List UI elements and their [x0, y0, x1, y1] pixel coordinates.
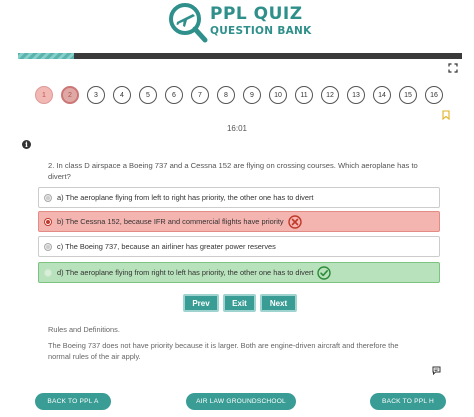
- bookmark-icon[interactable]: [442, 110, 450, 120]
- question-number-12[interactable]: 12: [321, 86, 339, 104]
- question-number-1[interactable]: 1: [35, 86, 53, 104]
- radio-button[interactable]: [44, 193, 52, 202]
- answer-option-a[interactable]: a) The aeroplane flying from left to rig…: [38, 187, 440, 208]
- answer-label: d) The aeroplane flying from right to le…: [57, 268, 314, 277]
- answer-label: c) The Boeing 737, because an airliner h…: [57, 242, 276, 251]
- explanation-text: The Boeing 737 does not have priority be…: [48, 341, 399, 361]
- prev-button[interactable]: Prev: [183, 294, 219, 312]
- wrong-cross-icon: [287, 214, 302, 229]
- logo: PPL QUIZ QUESTION BANK: [168, 2, 311, 44]
- explanation-title: Rules and Definitions.: [48, 325, 120, 334]
- answer-option-b[interactable]: b) The Cessna 152, because IFR and comme…: [38, 211, 440, 232]
- question-number-3[interactable]: 3: [87, 86, 105, 104]
- question-number-16[interactable]: 16: [425, 86, 443, 104]
- comment-icon[interactable]: [432, 366, 441, 375]
- exit-button[interactable]: Exit: [223, 294, 256, 312]
- quiz-progress-bar: [18, 53, 462, 59]
- answer-label: b) The Cessna 152, because IFR and comme…: [57, 217, 284, 226]
- question-number-8[interactable]: 8: [217, 86, 235, 104]
- question-number-6[interactable]: 6: [165, 86, 183, 104]
- question-number-11[interactable]: 11: [295, 86, 313, 104]
- info-icon[interactable]: i: [22, 140, 31, 149]
- question-number-4[interactable]: 4: [113, 86, 131, 104]
- fullscreen-icon[interactable]: [448, 63, 458, 73]
- question-number-2[interactable]: 2: [61, 86, 79, 104]
- question-text: 2. In class D airspace a Boeing 737 and …: [48, 161, 418, 181]
- radio-button[interactable]: [44, 242, 52, 251]
- question-number-10[interactable]: 10: [269, 86, 287, 104]
- question-number-5[interactable]: 5: [139, 86, 157, 104]
- quiz-progress-fill: [18, 53, 74, 59]
- question-number-15[interactable]: 15: [399, 86, 417, 104]
- question-number-13[interactable]: 13: [347, 86, 365, 104]
- radio-button-selected[interactable]: [44, 217, 52, 226]
- answer-option-d[interactable]: d) The aeroplane flying from right to le…: [38, 262, 440, 283]
- correct-check-icon: [317, 265, 332, 280]
- question-number-9[interactable]: 9: [243, 86, 261, 104]
- back-to-ppl-a-button[interactable]: BACK TO PPL A: [35, 393, 111, 410]
- question-number-7[interactable]: 7: [191, 86, 209, 104]
- logo-title: PPL QUIZ: [210, 4, 303, 24]
- timer: 16:01: [226, 124, 248, 133]
- question-number-14[interactable]: 14: [373, 86, 391, 104]
- answer-label: a) The aeroplane flying from left to rig…: [57, 193, 314, 202]
- question-number-row: 1 2 3 4 5 6 7 8 9 10 11 12 13 14 15 16: [35, 86, 447, 104]
- answer-option-c[interactable]: c) The Boeing 737, because an airliner h…: [38, 236, 440, 257]
- air-law-groundschool-button[interactable]: AIR LAW GROUNDSCHOOL: [186, 393, 296, 410]
- logo-subtitle: QUESTION BANK: [210, 25, 312, 37]
- plane-magnifier-icon: [169, 3, 208, 43]
- next-button[interactable]: Next: [260, 294, 297, 312]
- radio-button[interactable]: [44, 268, 52, 277]
- back-to-ppl-h-button[interactable]: BACK TO PPL H: [370, 393, 446, 410]
